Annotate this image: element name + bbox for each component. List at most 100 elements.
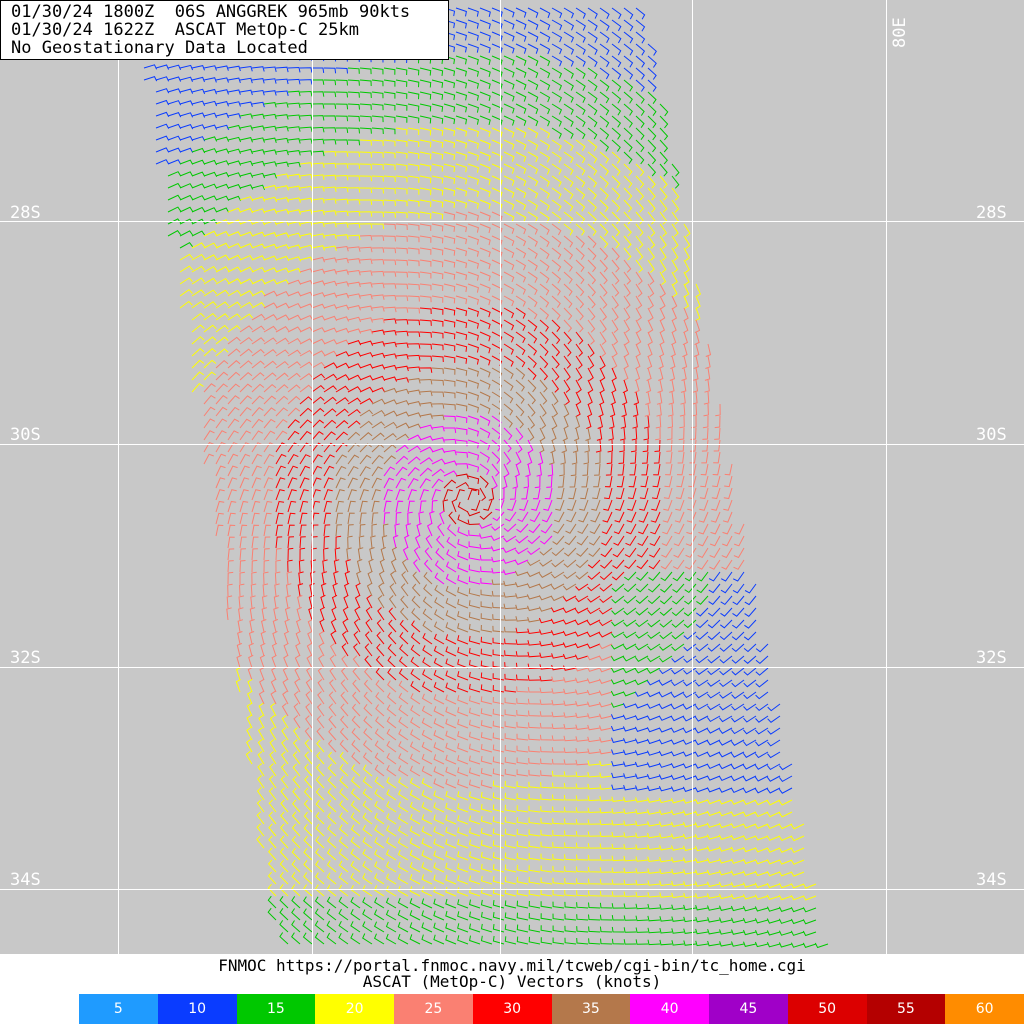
wind-barb [480, 672, 493, 681]
wind-barb [528, 523, 541, 534]
wind-barb [239, 489, 249, 501]
wind-barb [587, 247, 597, 261]
wind-barb [587, 19, 598, 31]
wind-barb [275, 536, 283, 549]
wind-barb [263, 325, 277, 333]
wind-barb [615, 499, 625, 511]
wind-barb [347, 454, 360, 465]
wind-barb [378, 570, 385, 585]
wind-barb [647, 856, 661, 863]
wind-barb [742, 882, 757, 888]
wind-barb [359, 91, 372, 99]
wind-barb [455, 187, 468, 197]
wind-barb [395, 354, 409, 360]
wind-barb [383, 247, 397, 254]
wind-barb [263, 78, 277, 84]
wind-barb [375, 680, 385, 693]
wind-barb [457, 875, 469, 885]
wind-barb [610, 655, 625, 662]
wind-barb [275, 102, 289, 108]
wind-barb [587, 79, 598, 92]
wind-barb [407, 223, 420, 231]
wind-barb [395, 411, 410, 417]
wind-barb [692, 379, 699, 393]
wind-barb [480, 791, 493, 801]
wind-barb [550, 607, 565, 613]
wind-barb [670, 786, 685, 792]
wind-barb [251, 137, 265, 143]
wind-barb [279, 884, 289, 897]
wind-barb [227, 453, 239, 465]
wind-barb [468, 743, 481, 753]
wind-barb [455, 343, 468, 352]
wind-barb [623, 915, 637, 921]
wind-barb [335, 512, 343, 525]
wind-barb [575, 403, 581, 418]
wind-barb [695, 679, 709, 687]
wind-barb [525, 463, 531, 477]
wind-barb [563, 583, 577, 591]
wind-barb [742, 858, 757, 865]
wind-barb [635, 891, 649, 898]
wind-barb [742, 835, 757, 841]
wind-barb [374, 728, 385, 741]
wind-barb [568, 487, 577, 500]
wind-barb [323, 431, 336, 441]
wind-barb [685, 535, 697, 547]
wind-barb [503, 451, 511, 465]
wind-barb [492, 828, 505, 837]
wind-barb [671, 904, 685, 911]
wind-barb [457, 598, 469, 609]
wind-barb [373, 921, 385, 933]
wind-barb [575, 795, 589, 801]
wind-barb [684, 595, 697, 605]
wind-barb [346, 547, 352, 561]
wind-barb [629, 463, 637, 476]
wind-barb [673, 547, 685, 558]
wind-barb [191, 100, 206, 106]
wind-barb [251, 255, 266, 261]
wind-barb [682, 763, 697, 769]
wind-barb [635, 7, 646, 20]
wind-barb [540, 523, 553, 534]
wind-barb [611, 283, 620, 297]
wind-barb [647, 595, 661, 605]
wind-barb [528, 936, 541, 945]
wind-barb [755, 703, 769, 712]
wind-barb [491, 451, 501, 464]
wind-barb [632, 403, 639, 417]
wind-barb [715, 403, 721, 417]
wind-barb [323, 339, 338, 345]
wind-barb [383, 387, 398, 394]
wind-barb [479, 367, 491, 378]
wind-barb [311, 233, 325, 239]
wind-barb [203, 159, 218, 166]
wind-barb [707, 905, 721, 911]
wind-barb [611, 749, 625, 755]
wind-barb [359, 500, 368, 513]
wind-barb [273, 607, 279, 621]
wind-barb [347, 293, 361, 299]
wind-barb [251, 559, 258, 573]
wind-barb [743, 703, 757, 711]
wind-barb [398, 716, 409, 729]
wind-barb [335, 339, 350, 345]
wind-barb [407, 423, 422, 429]
wind-barb [721, 559, 733, 570]
wind-barb [742, 775, 757, 782]
wind-barb [215, 359, 229, 369]
wind-barb [311, 327, 326, 333]
wind-barb [362, 860, 373, 873]
wind-barb [586, 403, 593, 418]
wind-barb [710, 511, 721, 523]
wind-barb [599, 843, 613, 849]
wind-barb [671, 833, 685, 839]
wind-barb [359, 223, 373, 229]
wind-barb [342, 618, 349, 633]
wind-barb [421, 729, 433, 741]
wind-barb [527, 283, 538, 296]
wind-barb [526, 583, 541, 589]
wind-barb [359, 352, 374, 358]
wind-barb [563, 307, 573, 321]
wind-barb [623, 820, 637, 826]
